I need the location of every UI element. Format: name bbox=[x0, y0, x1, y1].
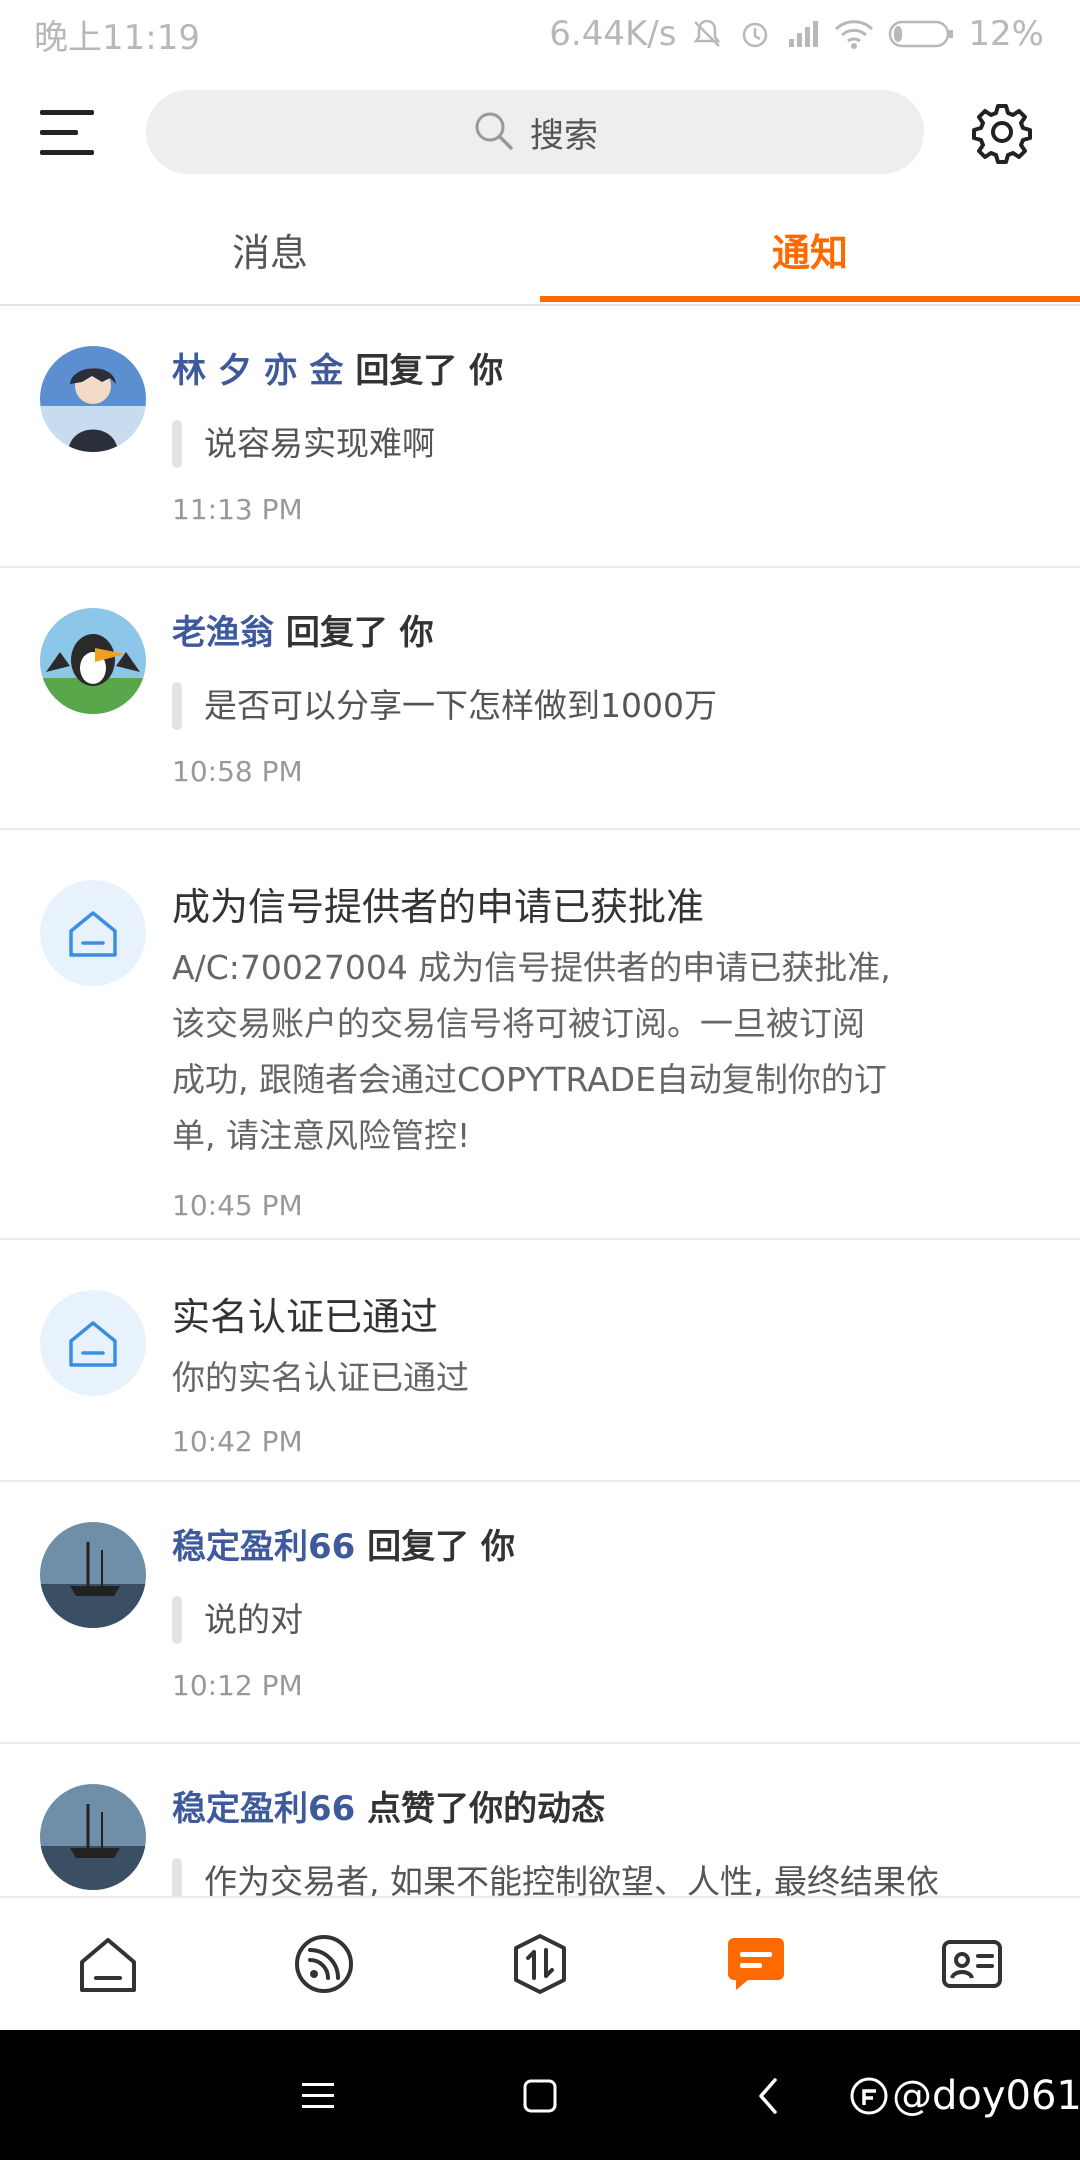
nav-trade[interactable] bbox=[500, 1924, 580, 2004]
battery-level: 12% bbox=[968, 14, 1044, 54]
status-icons: 6.44K/s 12% bbox=[549, 10, 1044, 58]
body-line: 成功, 跟随者会通过COPYTRADE自动复制你的订 bbox=[172, 1060, 887, 1099]
settings-gear-button[interactable] bbox=[970, 100, 1034, 164]
status-bar: 晚上11:19 6.44K/s 12% bbox=[0, 0, 1080, 70]
notification-title: 实名认证已通过 bbox=[172, 1295, 439, 1339]
body-line: 该交易账户的交易信号将可被订阅。一旦被订阅 bbox=[172, 1004, 865, 1043]
back-chevron-icon bbox=[759, 2078, 777, 2114]
system-avatar bbox=[40, 1290, 146, 1396]
tab-bar: 消息 通知 bbox=[0, 194, 1080, 306]
quote-bar bbox=[172, 1858, 182, 1896]
quoted-reply: 说的对 bbox=[172, 1596, 1020, 1644]
network-speed: 6.44K/s bbox=[549, 14, 677, 54]
username-link[interactable]: 稳定盈利66 bbox=[172, 1789, 355, 1829]
notification-title: 成为信号提供者的申请已获批准 bbox=[172, 885, 705, 929]
body-line: A/C:70027004 成为信号提供者的申请已获批准, bbox=[172, 948, 891, 987]
house-icon bbox=[69, 911, 117, 957]
avatar[interactable] bbox=[40, 608, 146, 714]
square-icon bbox=[523, 2079, 557, 2113]
list-item[interactable]: 老渔翁 回复了 你 是否可以分享一下怎样做到1000万 10:58 PM bbox=[0, 568, 1080, 830]
id-card-icon bbox=[942, 1940, 1002, 1988]
timestamp: 10:12 PM bbox=[172, 1669, 303, 1702]
app-header: 搜索 bbox=[0, 70, 1080, 194]
body-line: 单, 请注意风险管控! bbox=[172, 1116, 471, 1155]
notification-title: 林 夕 亦 金 回复了 你 bbox=[172, 346, 1020, 396]
quoted-reply: 是否可以分享一下怎样做到1000万 bbox=[172, 682, 1020, 730]
chat-icon bbox=[728, 1938, 784, 1990]
wifi-icon bbox=[834, 17, 874, 51]
search-placeholder: 搜索 bbox=[530, 115, 598, 156]
quote-text: 说容易实现难啊 bbox=[204, 424, 435, 463]
quoted-reply: 作为交易者, 如果不能控制欲望、人性, 最终结果依 bbox=[172, 1858, 1020, 1896]
system-navigation-bar: @doy0611 bbox=[0, 2030, 1080, 2160]
timestamp: 10:45 PM bbox=[172, 1189, 303, 1222]
action-text: 回复了 你 bbox=[355, 351, 504, 391]
notification-title: 稳定盈利66 回复了 你 bbox=[172, 1522, 1020, 1572]
alarm-icon bbox=[738, 17, 772, 51]
list-item[interactable]: 稳定盈利66 回复了 你 说的对 10:12 PM bbox=[0, 1482, 1080, 1744]
notification-body: A/C:70027004 成为信号提供者的申请已获批准, 该交易账户的交易信号将… bbox=[172, 940, 1020, 1164]
house-icon bbox=[69, 1321, 117, 1367]
system-avatar bbox=[40, 880, 146, 986]
quote-bar bbox=[172, 420, 182, 468]
tab-notifications[interactable]: 通知 bbox=[540, 194, 1080, 304]
recent-apps-button[interactable] bbox=[288, 2066, 348, 2126]
mute-icon bbox=[690, 17, 724, 51]
list-item[interactable]: 稳定盈利66 点赞了你的动态 作为交易者, 如果不能控制欲望、人性, 最终结果依 bbox=[0, 1744, 1080, 1896]
timestamp: 10:42 PM bbox=[172, 1425, 303, 1458]
home-icon bbox=[80, 1938, 136, 1992]
bottom-navigation bbox=[0, 1896, 1080, 2032]
menu-lines-icon bbox=[302, 2083, 334, 2108]
quoted-reply: 说容易实现难啊 bbox=[172, 420, 1020, 468]
weibo-logo-icon bbox=[850, 2077, 888, 2115]
quote-text: 作为交易者, 如果不能控制欲望、人性, 最终结果依 bbox=[204, 1862, 939, 1896]
search-input[interactable]: 搜索 bbox=[146, 90, 924, 174]
notification-body: 你的实名认证已通过 bbox=[172, 1350, 1020, 1406]
avatar[interactable] bbox=[40, 346, 146, 452]
timestamp: 11:13 PM bbox=[172, 493, 303, 526]
watermark-text: @doy0611 bbox=[892, 2073, 1080, 2119]
watermark: @doy0611 bbox=[850, 2066, 1080, 2126]
trade-icon bbox=[514, 1934, 566, 1994]
active-tab-indicator bbox=[540, 296, 1080, 302]
avatar[interactable] bbox=[40, 1784, 146, 1890]
username-link[interactable]: 稳定盈利66 bbox=[172, 1527, 355, 1567]
quote-bar bbox=[172, 1596, 182, 1644]
notification-list: 林 夕 亦 金 回复了 你 说容易实现难啊 11:13 PM 老渔翁 回复了 你 bbox=[0, 306, 1080, 1896]
back-button[interactable] bbox=[738, 2066, 798, 2126]
search-icon bbox=[472, 109, 514, 155]
signal-icon bbox=[786, 17, 820, 51]
action-text: 回复了 你 bbox=[367, 1527, 516, 1567]
tab-messages[interactable]: 消息 bbox=[0, 194, 540, 304]
notification-title: 稳定盈利66 点赞了你的动态 bbox=[172, 1784, 1020, 1834]
username-link[interactable]: 老渔翁 bbox=[172, 613, 274, 653]
battery-icon bbox=[888, 17, 954, 51]
nav-home[interactable] bbox=[68, 1924, 148, 2004]
list-item[interactable]: 林 夕 亦 金 回复了 你 说容易实现难啊 11:13 PM bbox=[0, 306, 1080, 568]
nav-feed[interactable] bbox=[284, 1924, 364, 2004]
home-button[interactable] bbox=[510, 2066, 570, 2126]
body-line: 你的实名认证已通过 bbox=[172, 1358, 469, 1397]
list-item[interactable]: 成为信号提供者的申请已获批准 A/C:70027004 成为信号提供者的申请已获… bbox=[0, 830, 1080, 1240]
quote-text: 说的对 bbox=[204, 1600, 303, 1639]
list-item[interactable]: 实名认证已通过 你的实名认证已通过 10:42 PM bbox=[0, 1240, 1080, 1482]
timestamp: 10:58 PM bbox=[172, 755, 303, 788]
username-link[interactable]: 林 夕 亦 金 bbox=[172, 351, 344, 391]
quote-text: 是否可以分享一下怎样做到1000万 bbox=[204, 686, 717, 725]
nav-messages[interactable] bbox=[716, 1924, 796, 2004]
nav-profile[interactable] bbox=[932, 1924, 1012, 2004]
avatar[interactable] bbox=[40, 1522, 146, 1628]
menu-button[interactable] bbox=[38, 106, 108, 166]
action-text: 回复了 你 bbox=[285, 613, 434, 653]
feed-icon bbox=[295, 1935, 353, 1993]
status-time: 晚上11:19 bbox=[34, 18, 200, 58]
notification-title: 老渔翁 回复了 你 bbox=[172, 608, 1020, 658]
quote-bar bbox=[172, 682, 182, 730]
action-text: 点赞了你的动态 bbox=[367, 1789, 606, 1829]
